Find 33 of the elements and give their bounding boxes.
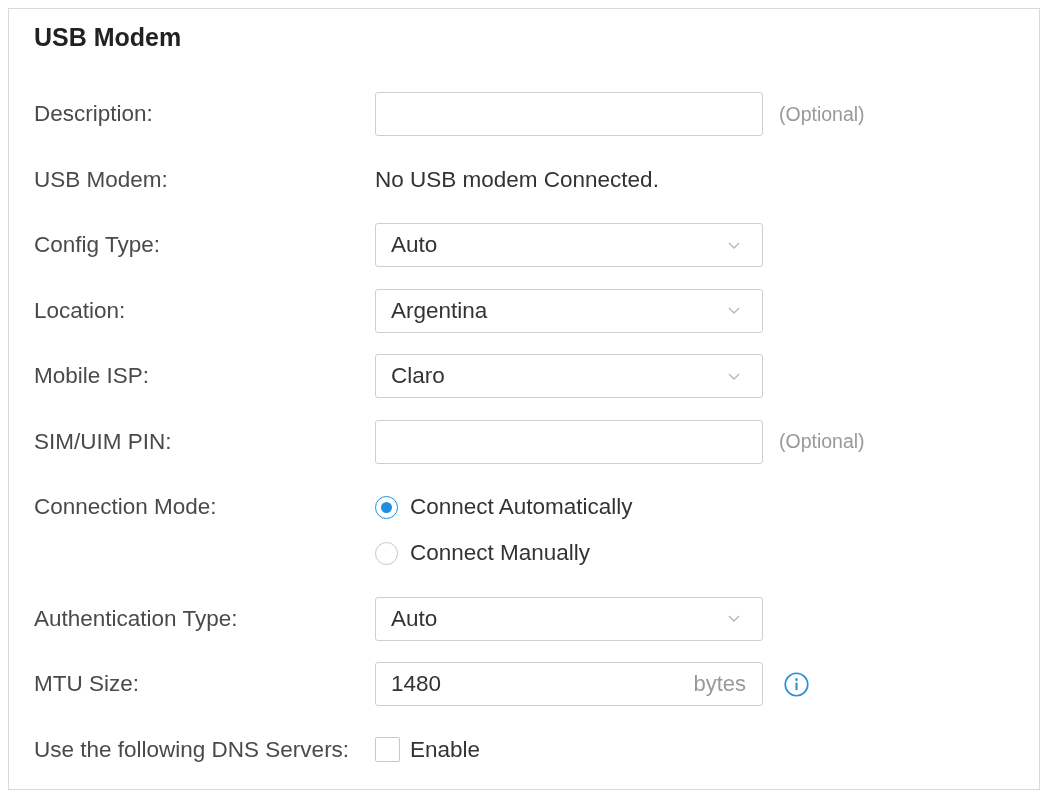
unit-label: bytes — [693, 671, 746, 697]
field-label: Authentication Type: — [34, 604, 238, 633]
option-label[interactable]: Connect Manually — [410, 540, 591, 566]
dropdown[interactable]: Argentina — [375, 288, 763, 333]
field-label: Mobile ISP: — [34, 362, 150, 390]
chevron-down-icon — [728, 615, 740, 622]
radio-button[interactable] — [375, 495, 398, 519]
field-label: SIM/UIM PIN: — [34, 427, 172, 456]
field-label: Location: — [34, 296, 126, 325]
optional-note: (Optional) — [779, 102, 865, 126]
checkbox[interactable] — [375, 737, 400, 762]
option-label[interactable]: Connect Automatically — [410, 494, 633, 520]
radio-button[interactable] — [375, 541, 398, 565]
text-field[interactable] — [375, 419, 763, 464]
field-label: USB Modem: — [34, 165, 168, 194]
info-icon[interactable] — [784, 671, 809, 697]
dropdown[interactable]: Auto — [375, 596, 763, 641]
status-text: No USB modem Connected. — [375, 165, 659, 194]
chevron-down-icon — [728, 241, 740, 249]
field-label: Description: — [34, 100, 153, 128]
optional-note: (Optional) — [779, 430, 865, 453]
chevron-down-icon — [728, 372, 740, 380]
field-label: Use the following DNS Servers: — [34, 735, 350, 764]
field-label: MTU Size: — [34, 670, 139, 698]
checkbox-label[interactable]: Enable — [410, 736, 481, 763]
field-label: Config Type: — [34, 231, 160, 259]
dropdown[interactable]: Auto — [375, 223, 763, 267]
chevron-down-icon — [728, 307, 740, 314]
text-field[interactable] — [375, 92, 763, 136]
dropdown[interactable]: Claro — [375, 354, 763, 398]
panel-title: USB Modem — [34, 23, 182, 51]
field-label: Connection Mode: — [34, 493, 217, 521]
text-field[interactable]: 1480 bytes — [375, 662, 763, 706]
